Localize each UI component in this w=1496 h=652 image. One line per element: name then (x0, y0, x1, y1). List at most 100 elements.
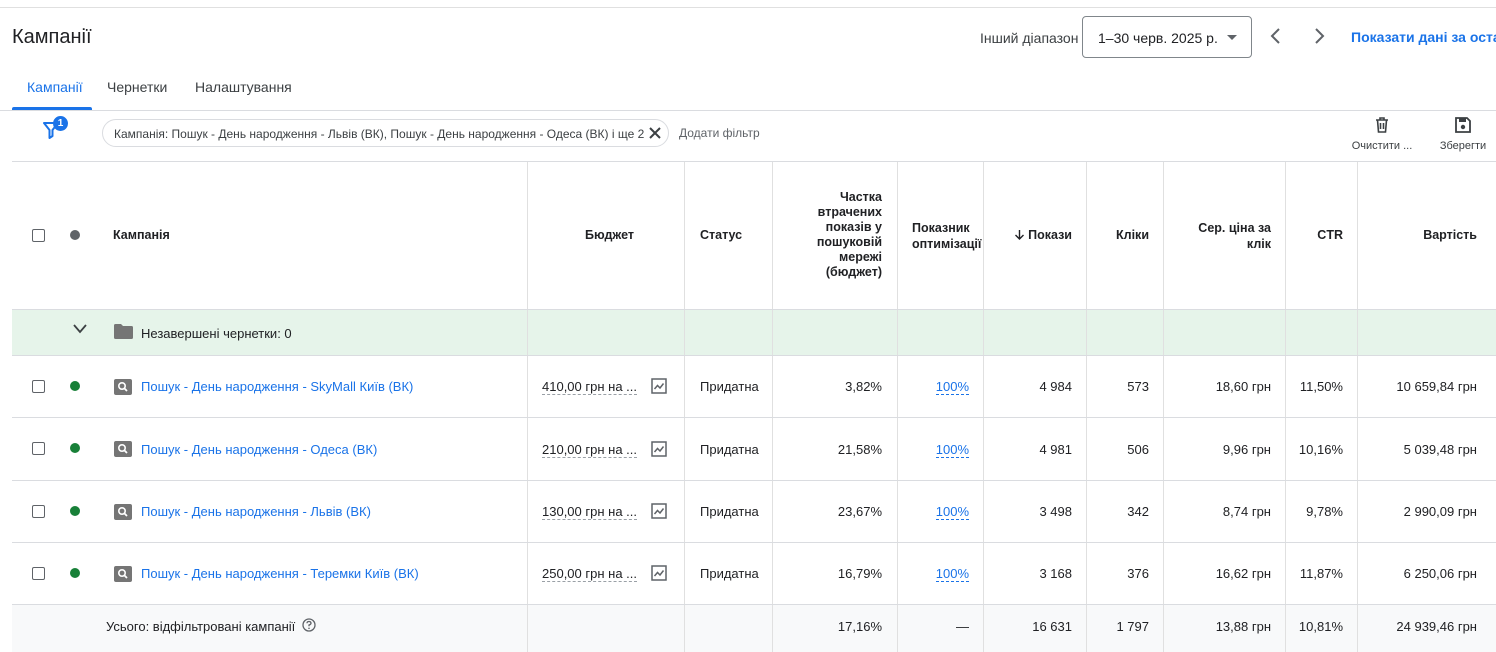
row-checkbox[interactable] (32, 567, 45, 580)
cost-value: 6 250,06 грн (1403, 566, 1477, 581)
status-dot-enabled (70, 443, 80, 453)
top-divider (0, 7, 1496, 8)
drafts-label: Незавершені чернетки: 0 (141, 326, 292, 341)
arrow-down-icon (1014, 230, 1024, 240)
total-cost: 24 939,46 грн (1396, 619, 1477, 634)
lost-is-value: 23,67% (837, 504, 882, 519)
column-header-ctr[interactable]: CTR (1317, 228, 1343, 242)
total-avg-cpc: 13,88 грн (1215, 619, 1271, 634)
filter-chip[interactable]: Кампанія: Пошук - День народження - Льві… (102, 119, 669, 147)
column-header-optimization-score[interactable]: Показник оптимізації (912, 220, 983, 252)
column-header-impressions[interactable]: Покази (1014, 228, 1072, 242)
status-dot-enabled (70, 568, 80, 578)
column-header-impressions-label: Покази (1028, 228, 1072, 242)
cost-value: 2 990,09 грн (1403, 504, 1477, 519)
status-value: Придатна (700, 379, 759, 394)
budget-value[interactable]: 130,00 грн на ... (542, 504, 637, 520)
impressions-value: 4 984 (1039, 379, 1072, 394)
clicks-value: 506 (1127, 442, 1149, 457)
total-clicks: 1 797 (1116, 619, 1149, 634)
status-dot-enabled (70, 381, 80, 391)
clicks-value: 573 (1127, 379, 1149, 394)
chart-icon[interactable] (651, 565, 667, 581)
row-checkbox[interactable] (32, 380, 45, 393)
folder-icon (114, 324, 133, 339)
ctr-value: 9,78% (1306, 504, 1343, 519)
date-range-value: 1–30 черв. 2025 р. (1098, 30, 1218, 46)
campaign-link[interactable]: Пошук - День народження - Теремки Київ (… (141, 566, 419, 581)
show-data-link[interactable]: Показати дані за останн (1351, 29, 1496, 45)
clear-button[interactable]: Очистити ... (1347, 116, 1417, 152)
active-tab-indicator (12, 107, 92, 110)
chevron-down-icon[interactable] (73, 324, 87, 334)
tab-campaigns[interactable]: Кампанії (27, 79, 83, 95)
next-period-button[interactable] (1309, 26, 1329, 46)
column-header-lost-is-budget[interactable]: Частка втрачених показів у пошуковій мер… (787, 190, 882, 280)
row-checkbox[interactable] (32, 505, 45, 518)
total-row: Усього: відфільтровані кампанії 17,16% —… (12, 605, 1496, 652)
table-row: Пошук - День народження - Одеса (ВК) 210… (12, 418, 1496, 481)
campaign-link[interactable]: Пошук - День народження - Одеса (ВК) (141, 442, 377, 457)
status-value: Придатна (700, 442, 759, 457)
save-button[interactable]: Зберегти (1428, 116, 1496, 152)
optimization-score-value[interactable]: 100% (935, 379, 969, 395)
trash-icon (1376, 117, 1388, 133)
column-header-cost[interactable]: Вартість (1423, 228, 1477, 242)
avg-cpc-value: 18,60 грн (1215, 379, 1271, 394)
row-checkbox[interactable] (32, 442, 45, 455)
budget-value[interactable]: 250,00 грн на ... (542, 566, 637, 582)
table-header-row: Кампанія Бюджет Статус Частка втрачених … (12, 162, 1496, 310)
help-icon[interactable] (302, 618, 316, 632)
cost-value: 5 039,48 грн (1403, 442, 1477, 457)
lost-is-value: 16,79% (837, 566, 882, 581)
previous-period-button[interactable] (1266, 26, 1286, 46)
campaigns-table: Кампанія Бюджет Статус Частка втрачених … (12, 161, 1496, 652)
column-header-clicks[interactable]: Кліки (1116, 228, 1149, 242)
status-column-icon (70, 230, 80, 240)
column-header-budget[interactable]: Бюджет (585, 228, 634, 242)
column-header-avg-cpc[interactable]: Сер. ціна за клік (1181, 220, 1271, 252)
total-label: Усього: відфільтровані кампанії (106, 619, 296, 634)
add-filter-button[interactable]: Додати фільтр (679, 126, 760, 140)
chart-icon[interactable] (651, 378, 667, 394)
tab-drafts[interactable]: Чернетки (107, 79, 167, 95)
filter-bar: 1 Кампанія: Пошук - День народження - Ль… (12, 111, 1496, 160)
impressions-value: 3 498 (1039, 504, 1072, 519)
cost-value: 10 659,84 грн (1396, 379, 1477, 394)
search-campaign-icon (114, 566, 132, 582)
filter-chip-label: Кампанія: Пошук - День народження - Льві… (114, 127, 645, 141)
impressions-value: 3 168 (1039, 566, 1072, 581)
save-icon (1455, 117, 1471, 133)
optimization-score-value[interactable]: 100% (935, 566, 969, 582)
table-row: Пошук - День народження - Теремки Київ (… (12, 543, 1496, 605)
select-all-checkbox[interactable] (32, 229, 45, 242)
total-ctr: 10,81% (1298, 619, 1343, 634)
optimization-score-value[interactable]: 100% (935, 504, 969, 520)
page-title: Кампанії (12, 26, 92, 48)
campaign-link[interactable]: Пошук - День народження - SkyMall Київ (… (141, 379, 413, 394)
total-lost-is: 17,16% (837, 619, 882, 634)
chart-icon[interactable] (651, 503, 667, 519)
chevron-right-icon (1315, 28, 1325, 44)
avg-cpc-value: 8,74 грн (1222, 504, 1271, 519)
tab-settings[interactable]: Налаштування (195, 79, 292, 95)
ctr-value: 11,50% (1299, 379, 1343, 394)
ctr-value: 10,16% (1298, 442, 1343, 457)
close-icon[interactable] (648, 126, 662, 140)
filter-count-badge: 1 (53, 116, 68, 131)
date-range-select[interactable]: 1–30 черв. 2025 р. (1082, 16, 1252, 58)
avg-cpc-value: 9,96 грн (1222, 442, 1271, 457)
budget-value[interactable]: 210,00 грн на ... (542, 442, 637, 458)
column-header-status[interactable]: Статус (700, 228, 742, 242)
budget-value[interactable]: 410,00 грн на ... (542, 379, 637, 395)
search-campaign-icon (114, 441, 132, 457)
search-campaign-icon (114, 379, 132, 395)
chart-icon[interactable] (651, 441, 667, 457)
optimization-score-value[interactable]: 100% (935, 442, 969, 458)
campaign-link[interactable]: Пошук - День народження - Львів (ВК) (141, 504, 371, 519)
column-header-campaign[interactable]: Кампанія (113, 228, 170, 242)
clicks-value: 376 (1127, 566, 1149, 581)
status-value: Придатна (700, 504, 759, 519)
search-campaign-icon (114, 504, 132, 520)
total-optimization-score: — (956, 619, 969, 634)
